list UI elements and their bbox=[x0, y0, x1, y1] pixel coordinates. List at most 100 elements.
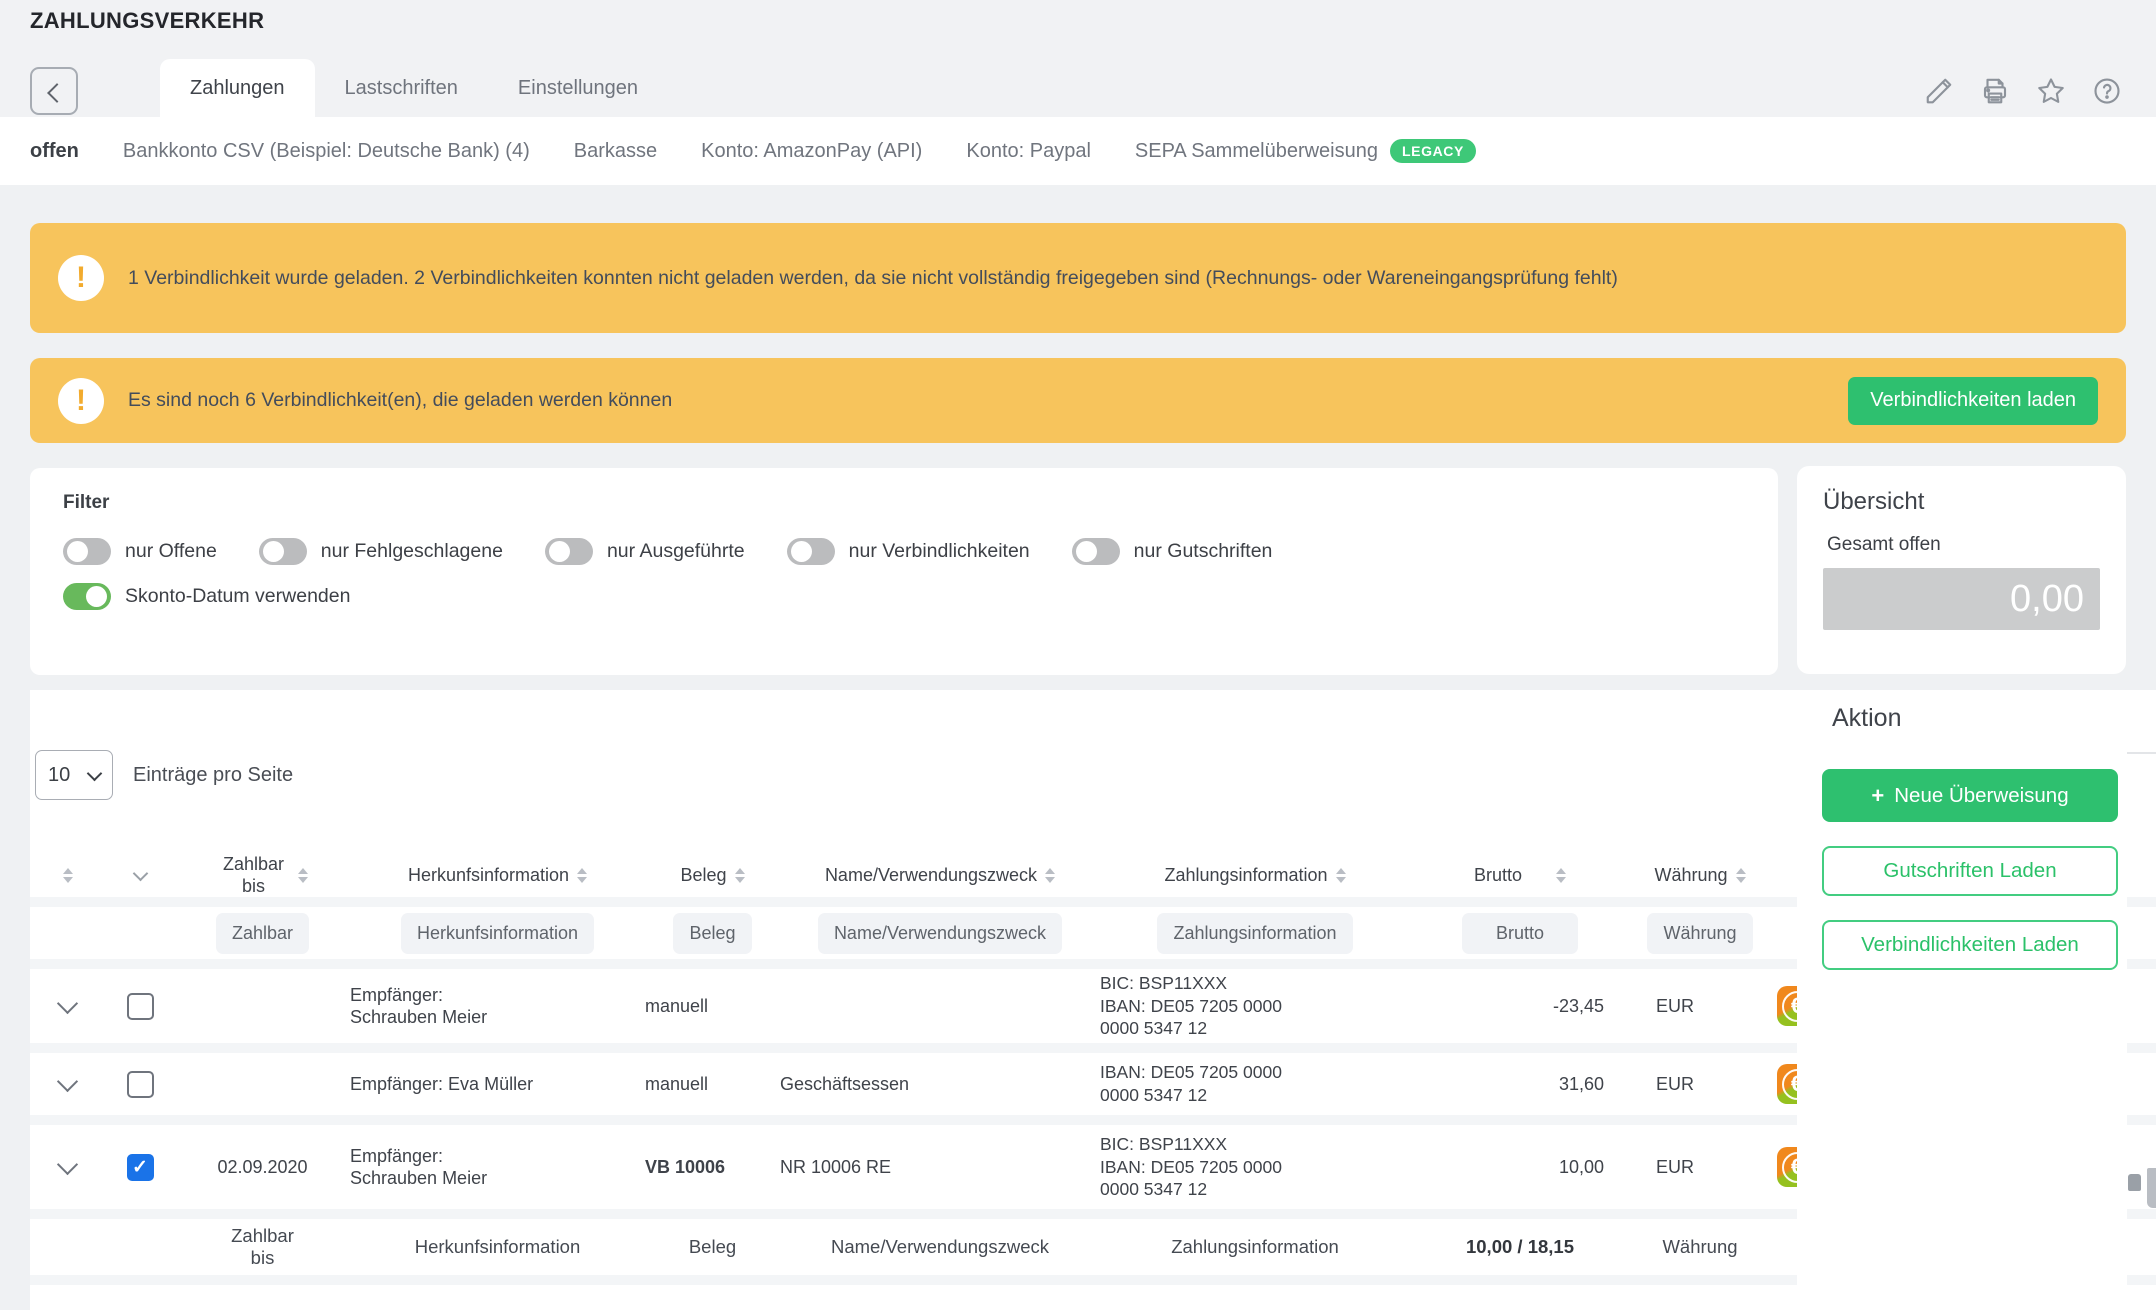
subnav-barkasse[interactable]: Barkasse bbox=[574, 140, 657, 163]
cell-herkunfsinformation: Empfänger: Eva Müller bbox=[350, 1053, 645, 1115]
column-filter-input[interactable]: Brutto bbox=[1462, 913, 1578, 954]
action-title: Aktion bbox=[1832, 704, 2127, 733]
filter-herkunfsinformation: Herkunfsinformation bbox=[350, 907, 645, 959]
column-filter-input[interactable]: Beleg bbox=[673, 913, 751, 954]
back-button[interactable] bbox=[30, 67, 78, 115]
sort-icon bbox=[1336, 868, 1346, 883]
edit-icon[interactable] bbox=[1924, 76, 1954, 106]
column-filter-input[interactable]: Name/Verwendungszweck bbox=[818, 913, 1062, 954]
top-bar: ZAHLUNGSVERKEHR Zahlungen Lastschriften … bbox=[0, 0, 2156, 117]
filter-panel: Filter nur Offene nur Fehlgeschlagene nu… bbox=[30, 468, 1778, 675]
tab-lastschriften[interactable]: Lastschriften bbox=[315, 59, 488, 117]
filter-waehrung: Währung bbox=[1630, 907, 1770, 959]
header-label: Name/Verwendungszweck bbox=[825, 865, 1037, 886]
load-credits-button[interactable]: Gutschriften Laden bbox=[1822, 846, 2118, 896]
print-icon[interactable] bbox=[1980, 76, 2010, 106]
sort-icon bbox=[298, 868, 308, 883]
page-size-select[interactable]: 10 bbox=[35, 750, 113, 800]
row-checkbox-cell bbox=[105, 969, 175, 1043]
sort-icon bbox=[577, 868, 587, 883]
subnav-offen[interactable]: offen bbox=[30, 140, 79, 163]
cell-waehrung: EUR bbox=[1630, 969, 1770, 1043]
footer-label: Zahlbar bis bbox=[227, 1225, 299, 1269]
sort-icon bbox=[1556, 868, 1566, 883]
toggle-nur-fehlgeschlagene: nur Fehlgeschlagene bbox=[259, 538, 503, 565]
toggle-switch[interactable] bbox=[63, 583, 111, 610]
column-filter-input[interactable]: Währung bbox=[1647, 913, 1752, 954]
toggle-nur-verbindlichkeiten: nur Verbindlichkeiten bbox=[787, 538, 1030, 565]
payment-line: 0000 5347 12 bbox=[1100, 1178, 1282, 1201]
account-subnav: offen Bankkonto CSV (Beispiel: Deutsche … bbox=[0, 117, 2156, 185]
footer-cell-empty bbox=[105, 1219, 175, 1275]
gesamt-offen-value: 0,00 bbox=[1823, 568, 2100, 630]
header-label: Währung bbox=[1654, 865, 1727, 886]
page-size-label: Einträge pro Seite bbox=[133, 764, 293, 787]
subnav-sepa-label: SEPA Sammelüberweisung bbox=[1135, 140, 1378, 163]
footer-beleg: Beleg bbox=[645, 1219, 780, 1275]
alert-remaining-liabilities: ! Es sind noch 6 Verbindlichkeit(en), di… bbox=[30, 358, 2126, 443]
new-transfer-button[interactable]: + Neue Überweisung bbox=[1822, 769, 2118, 822]
sort-icon bbox=[735, 868, 745, 883]
star-icon[interactable] bbox=[2036, 76, 2066, 106]
header-label: Herkunfsinformation bbox=[408, 865, 569, 886]
header-brutto[interactable]: Brutto bbox=[1410, 853, 1630, 897]
row-expand[interactable] bbox=[30, 969, 105, 1043]
tab-einstellungen[interactable]: Einstellungen bbox=[488, 59, 668, 117]
row-expand[interactable] bbox=[30, 1125, 105, 1209]
toggle-switch[interactable] bbox=[787, 538, 835, 565]
page-size-value: 10 bbox=[48, 764, 70, 787]
header-label: Zahlbar bis bbox=[218, 853, 290, 898]
subnav-bankkonto-csv[interactable]: Bankkonto CSV (Beispiel: Deutsche Bank) … bbox=[123, 140, 530, 163]
payments-table: Zahlbar bis Herkunfsinformation Beleg Na… bbox=[30, 853, 1817, 1285]
column-filter-input[interactable]: Herkunfsinformation bbox=[401, 913, 594, 954]
header-select-all[interactable] bbox=[105, 853, 175, 897]
footer-cell-empty bbox=[30, 1219, 105, 1275]
overview-panel: Übersicht Gesamt offen 0,00 bbox=[1797, 466, 2126, 674]
subnav-amazonpay[interactable]: Konto: AmazonPay (API) bbox=[701, 140, 922, 163]
payment-line: IBAN: DE05 7205 0000 bbox=[1100, 1156, 1282, 1179]
overview-title: Übersicht bbox=[1823, 488, 2100, 516]
toggle-switch[interactable] bbox=[545, 538, 593, 565]
alert-text: 1 Verbindlichkeit wurde geladen. 2 Verbi… bbox=[128, 264, 1618, 292]
sort-icon bbox=[1045, 868, 1055, 883]
header-name-verwendungszweck[interactable]: Name/Verwendungszweck bbox=[780, 853, 1100, 897]
cell-zahlbar-bis bbox=[175, 1053, 350, 1115]
tab-zahlungen[interactable]: Zahlungen bbox=[160, 59, 315, 117]
alert-loaded-liabilities: ! 1 Verbindlichkeit wurde geladen. 2 Ver… bbox=[30, 223, 2126, 333]
column-filter-input[interactable]: Zahlungsinformation bbox=[1157, 913, 1352, 954]
header-zahlungsinformation[interactable]: Zahlungsinformation bbox=[1100, 853, 1410, 897]
filter-beleg: Beleg bbox=[645, 907, 780, 959]
payment-line: BIC: BSP11XXX bbox=[1100, 972, 1282, 995]
row-checkbox-checked[interactable]: ✓ bbox=[127, 1154, 154, 1181]
subnav-paypal[interactable]: Konto: Paypal bbox=[966, 140, 1091, 163]
chevron-down-icon bbox=[57, 993, 78, 1014]
header-waehrung[interactable]: Währung bbox=[1630, 853, 1770, 897]
cell-beleg: VB 10006 bbox=[645, 1125, 780, 1209]
header-beleg[interactable]: Beleg bbox=[645, 853, 780, 897]
toggle-nur-offene: nur Offene bbox=[63, 538, 217, 565]
header-herkunfsinformation[interactable]: Herkunfsinformation bbox=[350, 853, 645, 897]
cell-waehrung: EUR bbox=[1630, 1053, 1770, 1115]
subnav-sepa[interactable]: SEPA Sammelüberweisung LEGACY bbox=[1135, 139, 1476, 163]
filter-toggle-row-1: nur Offene nur Fehlgeschlagene nur Ausge… bbox=[63, 538, 1745, 565]
toggle-label: nur Ausgeführte bbox=[607, 540, 745, 563]
row-expand[interactable] bbox=[30, 1053, 105, 1115]
column-filter-input[interactable]: Zahlbar bbox=[216, 913, 309, 954]
cell-brutto: 10,00 bbox=[1410, 1125, 1630, 1209]
load-liabilities-button[interactable]: Verbindlichkeiten Laden bbox=[1822, 920, 2118, 970]
cell-brutto: 31,60 bbox=[1410, 1053, 1630, 1115]
header-label: Zahlungsinformation bbox=[1164, 865, 1327, 886]
row-checkbox[interactable] bbox=[127, 993, 154, 1020]
load-liabilities-banner-button[interactable]: Verbindlichkeiten laden bbox=[1848, 377, 2098, 425]
toggle-switch[interactable] bbox=[1072, 538, 1120, 565]
header-zahlbar-bis[interactable]: Zahlbar bis bbox=[175, 853, 350, 897]
row-checkbox-cell bbox=[105, 1053, 175, 1115]
help-icon[interactable] bbox=[2092, 76, 2122, 106]
cell-beleg: manuell bbox=[645, 1053, 780, 1115]
toggle-switch[interactable] bbox=[259, 538, 307, 565]
filter-title: Filter bbox=[63, 492, 1745, 514]
toggle-switch[interactable] bbox=[63, 538, 111, 565]
header-expand[interactable] bbox=[30, 853, 105, 897]
toggle-label: nur Gutschriften bbox=[1134, 540, 1273, 563]
row-checkbox[interactable] bbox=[127, 1071, 154, 1098]
